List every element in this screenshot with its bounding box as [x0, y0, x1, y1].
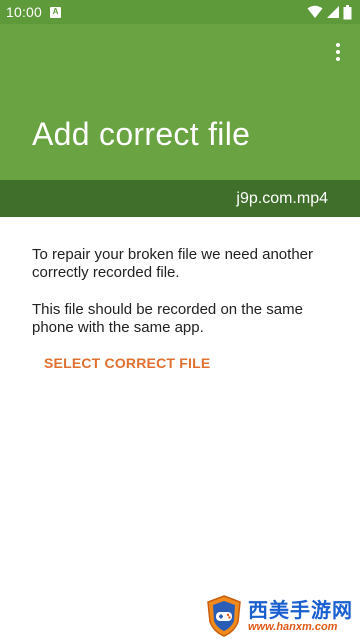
screen: 10:00 A Add correct file j9p.com.mp4 To … [0, 0, 360, 640]
watermark-site-name: 西美手游网 [248, 597, 353, 622]
watermark-text: 西美手游网 www.hanxm.com [248, 599, 353, 634]
wifi-icon [307, 5, 323, 18]
file-name: j9p.com.mp4 [236, 189, 328, 207]
gamepad-shield-logo-icon [207, 595, 241, 637]
instruction-text-2: This file should be recorded on the same… [32, 301, 303, 336]
status-time: 10:00 [6, 4, 43, 20]
watermark: 西美手游网 www.hanxm.com [204, 592, 360, 640]
instruction-text-1: To repair your broken file we need anoth… [32, 246, 314, 281]
app-bar: Add correct file [0, 24, 360, 180]
status-icons [307, 4, 352, 20]
more-vert-icon[interactable] [326, 40, 350, 64]
content-card: To repair your broken file we need anoth… [0, 217, 360, 640]
select-correct-file-button[interactable]: SELECT CORRECT FILE [44, 355, 210, 371]
battery-icon [343, 4, 352, 19]
a-notification-icon: A [50, 6, 62, 18]
status-bar: 10:00 A [0, 0, 360, 24]
watermark-url: www.hanxm.com [248, 620, 338, 633]
page-title: Add correct file [32, 116, 251, 152]
file-name-bar: j9p.com.mp4 [0, 180, 360, 217]
cell-signal-icon [327, 6, 339, 18]
